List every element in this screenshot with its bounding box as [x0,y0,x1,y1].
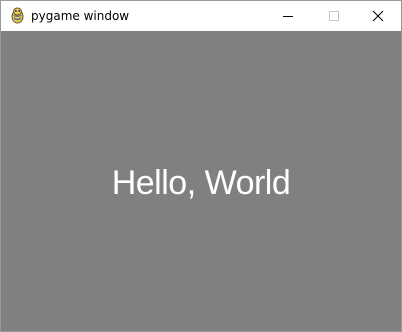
pygame-snake-icon [11,7,24,24]
hello-world-text: Hello, World [111,164,291,202]
close-button[interactable] [355,1,401,31]
title-bar[interactable]: pygame window [1,1,401,31]
minimize-button[interactable] [265,1,311,31]
window-title: pygame window [31,9,130,23]
pygame-canvas[interactable]: Hello, World [1,31,401,331]
maximize-button[interactable] [311,1,357,31]
close-icon [372,10,384,22]
minimize-icon [283,16,293,17]
app-window: pygame window Hello, World [0,0,402,332]
maximize-icon [329,11,339,21]
